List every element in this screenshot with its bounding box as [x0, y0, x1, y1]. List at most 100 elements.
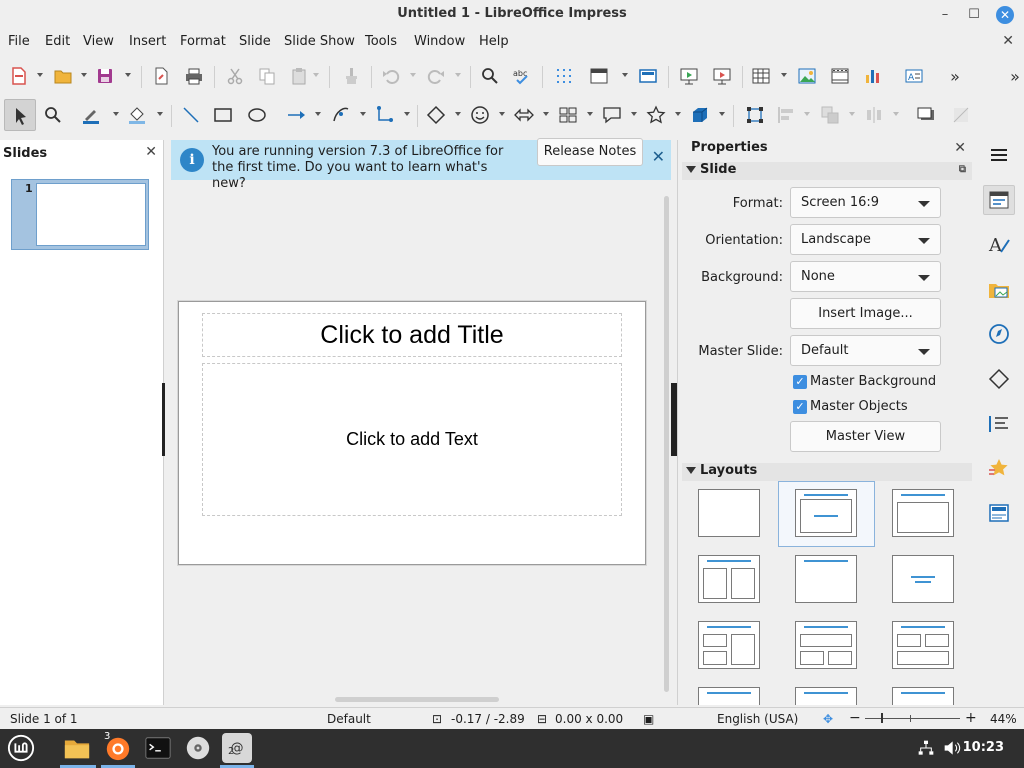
3d-objects-dropdown-icon[interactable]: [719, 112, 725, 116]
menu-slide[interactable]: Slide: [239, 34, 271, 49]
select-tool-button[interactable]: [4, 99, 36, 131]
navigator-tab-icon[interactable]: [983, 319, 1015, 349]
layout-blank[interactable]: [698, 489, 760, 537]
paste-dropdown-icon[interactable]: [313, 73, 319, 77]
menu-format[interactable]: Format: [180, 34, 226, 49]
export-pdf-icon[interactable]: [150, 65, 172, 87]
fill-color-dropdown-icon[interactable]: [157, 112, 163, 116]
3d-objects-icon[interactable]: [689, 104, 711, 126]
layout-partial-2[interactable]: [795, 687, 857, 705]
release-notes-button[interactable]: Release Notes: [537, 138, 643, 166]
new-document-icon[interactable]: [8, 65, 30, 87]
start-from-first-icon[interactable]: [678, 65, 700, 87]
more-toolbar-icon[interactable]: »: [944, 65, 966, 87]
flowchart-dropdown-icon[interactable]: [587, 112, 593, 116]
new-dropdown-icon[interactable]: [37, 73, 43, 77]
menu-file[interactable]: File: [8, 34, 30, 49]
slides-pane-close-icon[interactable]: ✕: [145, 144, 157, 160]
title-placeholder[interactable]: Click to add Title: [202, 313, 622, 357]
master-slide-icon[interactable]: [637, 65, 659, 87]
minimize-button[interactable]: –: [935, 5, 955, 25]
zoom-pan-icon[interactable]: [42, 104, 64, 126]
zoom-out-button[interactable]: −: [849, 710, 861, 726]
block-arrows-icon[interactable]: [513, 104, 535, 126]
save-dropdown-icon[interactable]: [125, 73, 131, 77]
layout-partial-3[interactable]: [892, 687, 954, 705]
slide-section-header[interactable]: Slide ⧉: [682, 162, 972, 180]
layouts-section-header[interactable]: Layouts: [682, 463, 972, 481]
gallery-tab-icon[interactable]: [983, 275, 1015, 305]
ellipse-icon[interactable]: [246, 104, 268, 126]
clock[interactable]: 10:23: [963, 740, 1004, 755]
crop-image-icon[interactable]: [950, 104, 972, 126]
layout-title-only[interactable]: [795, 555, 857, 603]
master-slide-select[interactable]: Default: [790, 335, 941, 366]
insert-image-icon[interactable]: [796, 65, 818, 87]
layout-partial-1[interactable]: [698, 687, 760, 705]
horizontal-scrollbar[interactable]: [335, 697, 499, 702]
zoom-level[interactable]: 44%: [990, 712, 1017, 726]
basic-shapes-icon[interactable]: [425, 104, 447, 126]
save-icon[interactable]: [94, 65, 116, 87]
menu-tools[interactable]: Tools: [365, 34, 397, 49]
insert-line-icon[interactable]: [180, 104, 202, 126]
connectors-dropdown-icon[interactable]: [404, 112, 410, 116]
line-color-dropdown-icon[interactable]: [113, 112, 119, 116]
slide-canvas[interactable]: Click to add Title Click to add Text: [178, 301, 646, 565]
properties-close-icon[interactable]: ✕: [954, 140, 966, 156]
layout-title-2-content-over[interactable]: [892, 621, 954, 669]
menu-window[interactable]: Window: [414, 34, 465, 49]
connectors-icon[interactable]: [374, 104, 396, 126]
master-slides-tab-icon[interactable]: [983, 498, 1015, 528]
lines-dropdown-icon[interactable]: [315, 112, 321, 116]
cut-icon[interactable]: [224, 65, 246, 87]
fill-color-icon[interactable]: [126, 104, 148, 126]
slide-thumbnail[interactable]: 1: [11, 179, 149, 250]
disc-icon[interactable]: [183, 733, 213, 763]
insert-image-button[interactable]: Insert Image...: [790, 298, 941, 329]
paste-icon[interactable]: [288, 65, 310, 87]
slide-editing-area[interactable]: i You are running version 7.3 of LibreOf…: [165, 138, 673, 705]
format-select[interactable]: Screen 16:9: [790, 187, 941, 218]
undo-dropdown-icon[interactable]: [410, 73, 416, 77]
spelling-icon[interactable]: abc: [511, 65, 533, 87]
clone-formatting-icon[interactable]: [340, 65, 362, 87]
slide-transition-tab-icon[interactable]: [983, 409, 1015, 439]
layout-title-2-content-left[interactable]: [698, 621, 760, 669]
master-objects-checkbox[interactable]: ✓: [793, 400, 807, 414]
text-placeholder[interactable]: Click to add Text: [202, 363, 622, 516]
styles-tab-icon[interactable]: A: [983, 229, 1015, 259]
layout-title-content-box[interactable]: [892, 489, 954, 537]
basic-shapes-dropdown-icon[interactable]: [455, 112, 461, 116]
shapes-tab-icon[interactable]: [983, 364, 1015, 394]
arrange-dropdown-icon[interactable]: [849, 112, 855, 116]
rectangle-icon[interactable]: [212, 104, 234, 126]
zoom-slider-thumb[interactable]: [881, 713, 883, 723]
menu-edit[interactable]: Edit: [45, 34, 70, 49]
rotate-icon[interactable]: [744, 104, 766, 126]
close-document-icon[interactable]: ✕: [1002, 33, 1014, 49]
table-icon[interactable]: [750, 65, 772, 87]
redo-icon[interactable]: [425, 65, 447, 87]
print-icon[interactable]: [183, 65, 205, 87]
zoom-slider[interactable]: [865, 718, 960, 719]
symbol-shapes-dropdown-icon[interactable]: [499, 112, 505, 116]
maximize-button[interactable]: ☐: [964, 5, 984, 25]
stars-icon[interactable]: [645, 104, 667, 126]
sidebar-menu-icon[interactable]: [983, 140, 1015, 170]
layout-title-content-2[interactable]: [795, 621, 857, 669]
align-objects-icon[interactable]: [775, 104, 797, 126]
callouts-dropdown-icon[interactable]: [631, 112, 637, 116]
properties-tab-icon[interactable]: [983, 185, 1015, 215]
open-folder-icon[interactable]: [52, 65, 74, 87]
undo-icon[interactable]: [380, 65, 402, 87]
layout-title-content[interactable]: [795, 489, 857, 537]
block-arrows-dropdown-icon[interactable]: [543, 112, 549, 116]
views-dropdown-icon[interactable]: [622, 73, 628, 77]
insert-media-icon[interactable]: [829, 65, 851, 87]
distribute-dropdown-icon[interactable]: [893, 112, 899, 116]
menu-slide-show[interactable]: Slide Show: [284, 34, 355, 49]
document-modified-icon[interactable]: ▣: [643, 712, 654, 726]
animation-tab-icon[interactable]: [983, 453, 1015, 483]
arrange-icon[interactable]: [819, 104, 841, 126]
